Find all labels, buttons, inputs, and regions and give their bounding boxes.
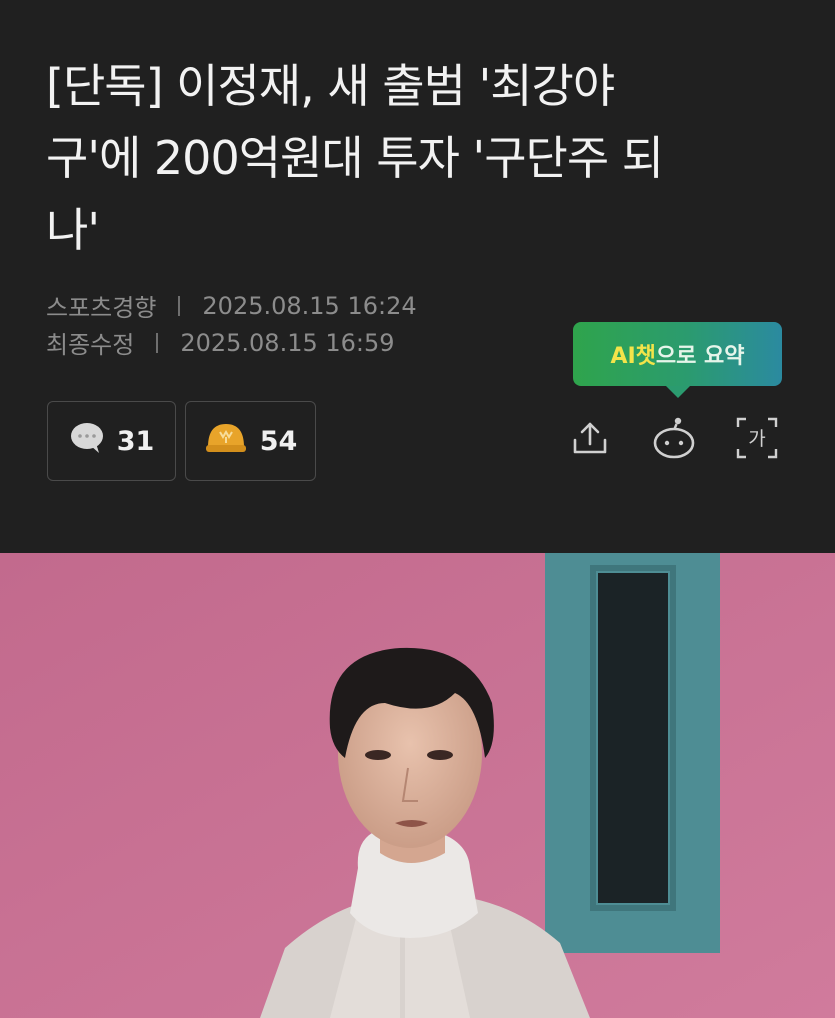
ai-summary-tooltip[interactable]: AI챗 으로 요약 [573, 322, 782, 398]
comments-count: 31 [116, 425, 155, 457]
ai-tooltip-suffix: 으로 요약 [655, 344, 745, 369]
reactions-count: 54 [259, 425, 298, 457]
ai-chat-bot-icon [653, 417, 695, 459]
article-header: [단독] 이정재, 새 출범 '최강야 구'에 200억원대 투자 '구단주 되… [0, 0, 835, 553]
article-photo-illustration [0, 553, 835, 1018]
reactions-button[interactable]: 54 [185, 401, 316, 481]
speech-bubble-icon [69, 421, 105, 462]
modified-time: 2025.08.15 16:59 [180, 328, 395, 357]
press-name[interactable]: 스포츠경향 [46, 288, 156, 323]
ai-tooltip-prefix: AI챗 [610, 344, 656, 369]
divider [178, 295, 181, 316]
title-line-1: [단독] 이정재, 새 출범 '최강야 [46, 59, 615, 113]
publish-info: 스포츠경향 2025.08.15 16:24 [46, 288, 417, 323]
article-photo [0, 553, 835, 1018]
title-line-2: 구'에 200억원대 투자 '구단주 되 [46, 131, 664, 185]
title-line-3: 나' [46, 203, 100, 257]
font-size-button[interactable]: 가 [733, 414, 781, 462]
article-title: [단독] 이정재, 새 출범 '최강야 구'에 200억원대 투자 '구단주 되… [46, 50, 796, 266]
font-size-glyph: 가 [748, 428, 765, 450]
divider [156, 332, 159, 353]
modified-info: 최종수정 2025.08.15 16:59 [46, 325, 395, 360]
font-size-icon: 가 [736, 417, 778, 459]
modified-label: 최종수정 [46, 331, 135, 359]
comments-button[interactable]: 31 [47, 401, 176, 481]
ai-chat-button[interactable] [650, 414, 698, 462]
share-icon [573, 422, 607, 454]
share-button[interactable] [566, 414, 614, 462]
published-time: 2025.08.15 16:24 [202, 291, 417, 320]
reaction-emoji-icon [204, 421, 248, 462]
